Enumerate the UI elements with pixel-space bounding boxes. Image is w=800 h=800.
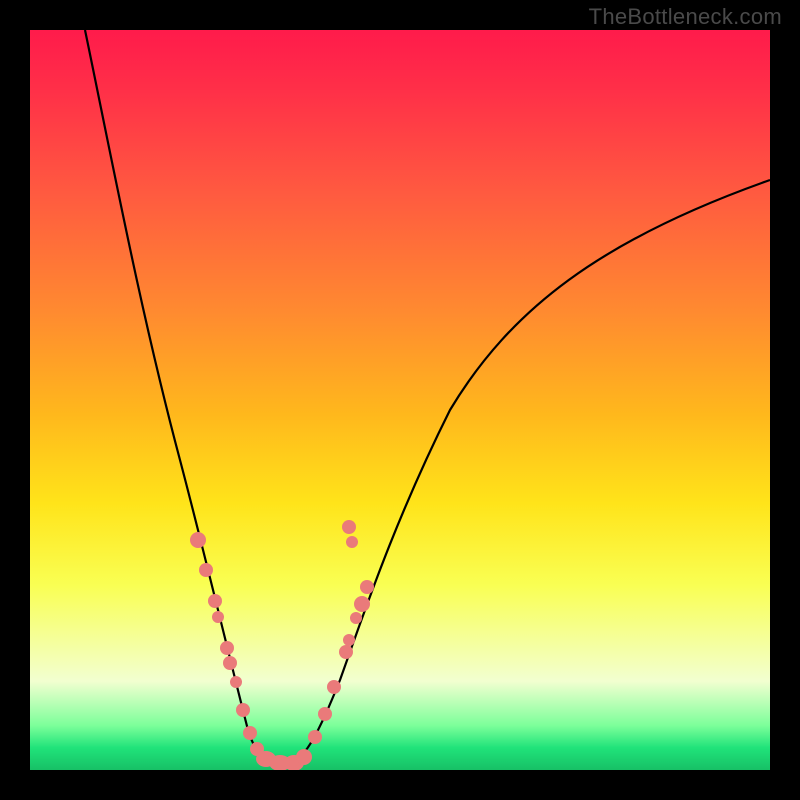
marker-dots	[190, 520, 374, 770]
curve-svg	[30, 30, 770, 770]
left-branch-curve	[85, 30, 278, 763]
watermark-text: TheBottleneck.com	[589, 4, 782, 30]
right-branch-curve	[290, 180, 770, 763]
chart-frame: TheBottleneck.com	[0, 0, 800, 800]
plot-area	[30, 30, 770, 770]
